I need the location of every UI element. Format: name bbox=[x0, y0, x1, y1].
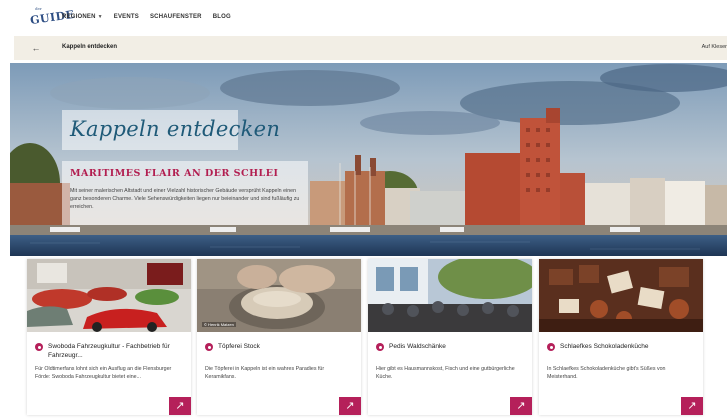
main-menu: REGIONEN ▼ EVENTS SCHAUFENSTER BLOG bbox=[62, 14, 231, 20]
hero-description: Mit seiner malerischen Altstadt und eine… bbox=[70, 188, 300, 210]
card-title[interactable]: Pedis Waldschänke bbox=[389, 342, 527, 351]
hero-banner: Kappeln entdecken Maritimes Flair an der… bbox=[10, 63, 727, 256]
logo-small-text: der bbox=[35, 6, 42, 11]
arrow-up-right-icon[interactable]: ↗ bbox=[169, 397, 191, 415]
back-arrow-icon[interactable]: ← bbox=[30, 42, 42, 54]
header-right-link[interactable]: Auf Kleser bbox=[702, 44, 727, 50]
location-pin-icon bbox=[35, 343, 43, 351]
card-image-beer-garden bbox=[368, 259, 532, 332]
hero-title: Kappeln entdecken bbox=[70, 117, 281, 141]
place-card-toepferei[interactable]: © Henrik Matzen Töpferei Stock Die Töpfe… bbox=[197, 259, 361, 415]
card-description: Die Töpferei in Kappeln ist ein wahres P… bbox=[205, 366, 325, 380]
card-image-car-showroom bbox=[27, 259, 191, 332]
place-card-schokoladenkueche[interactable]: Schlaefkes Schokoladenküche In Schlaefke… bbox=[539, 259, 703, 415]
nav-item-label: SCHAUFENSTER bbox=[149, 14, 202, 20]
page-header-bar: ← Kappeln entdecken Auf Kleser bbox=[14, 36, 727, 60]
nav-item-regionen[interactable]: REGIONEN ▼ bbox=[62, 14, 103, 20]
site-logo[interactable]: der GUIDE bbox=[29, 6, 75, 30]
hero-subtitle: Maritimes Flair an der Schlei bbox=[70, 168, 279, 179]
nav-item-label: BLOG bbox=[212, 14, 231, 20]
nav-item-events[interactable]: EVENTS bbox=[114, 14, 139, 20]
arrow-up-right-icon[interactable]: ↗ bbox=[681, 397, 703, 415]
top-navigation: der GUIDE REGIONEN ▼ EVENTS SCHAUFENSTER… bbox=[0, 0, 727, 34]
arrow-up-right-icon[interactable]: ↗ bbox=[339, 397, 361, 415]
card-title[interactable]: Swoboda Fahrzeugkultur - Fachbetrieb für… bbox=[48, 342, 186, 360]
card-description: Hier gibt es Hausmannskost, Fisch und ei… bbox=[376, 366, 515, 380]
hero-info-box: Maritimes Flair an der Schlei Mit seiner… bbox=[62, 161, 308, 225]
chevron-down-icon: ▼ bbox=[97, 14, 103, 20]
page-title: Kappeln entdecken bbox=[62, 44, 118, 50]
card-image-chocolates bbox=[539, 259, 703, 332]
nav-item-blog[interactable]: BLOG bbox=[213, 14, 231, 20]
location-pin-icon bbox=[547, 343, 555, 351]
location-pin-icon bbox=[376, 343, 384, 351]
hero-title-box: Kappeln entdecken bbox=[62, 110, 280, 150]
nav-item-label: REGIONEN bbox=[62, 14, 96, 20]
nav-item-schaufenster[interactable]: SCHAUFENSTER bbox=[150, 14, 202, 20]
card-title[interactable]: Schlaefkes Schokoladenküche bbox=[560, 342, 698, 351]
card-description: Für Oldtimerfans lohnt sich ein Ausflug … bbox=[35, 366, 172, 380]
place-card-waldschaenke[interactable]: Pedis Waldschänke Hier gibt es Hausmanns… bbox=[368, 259, 532, 415]
nav-item-label: EVENTS bbox=[113, 14, 139, 20]
place-card-swoboda[interactable]: Swoboda Fahrzeugkultur - Fachbetrieb für… bbox=[27, 259, 191, 415]
card-title[interactable]: Töpferei Stock bbox=[218, 342, 356, 351]
location-pin-icon bbox=[205, 343, 213, 351]
hero-harbor-image bbox=[10, 63, 727, 256]
card-description: In Schlaefkes Schokoladenküche gibt's Sü… bbox=[547, 366, 666, 380]
photo-credit: © Henrik Matzen bbox=[202, 322, 236, 327]
arrow-up-right-icon[interactable]: ↗ bbox=[510, 397, 532, 415]
